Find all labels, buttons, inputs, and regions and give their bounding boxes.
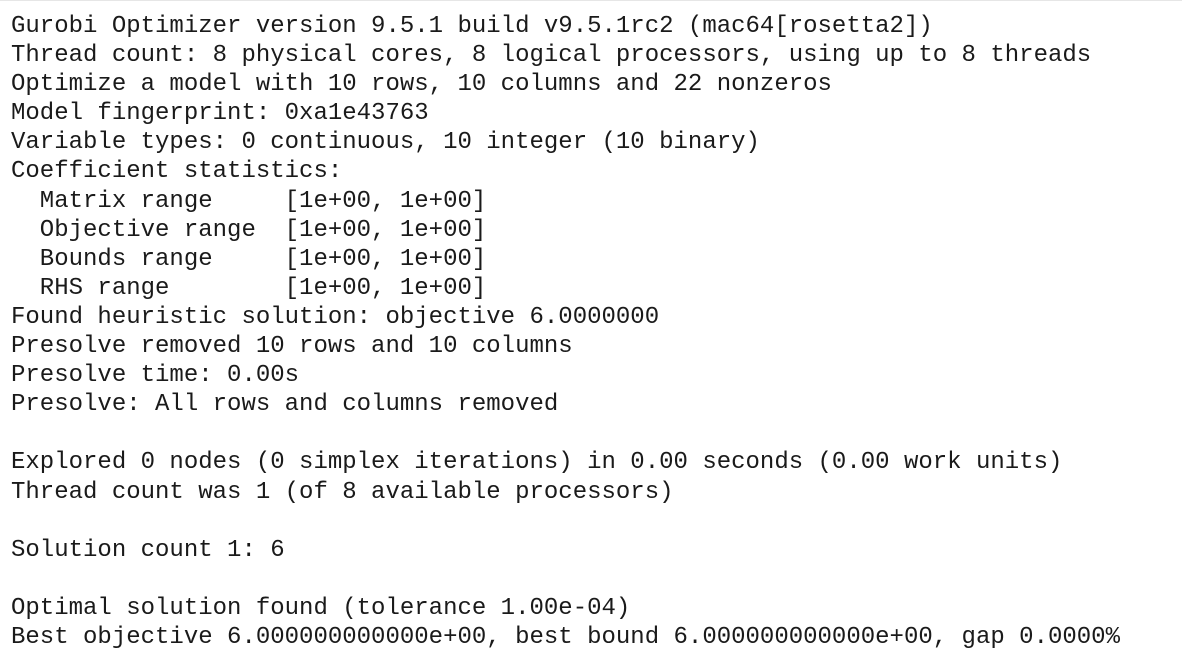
output-line-blank (11, 419, 1179, 448)
output-line-variable-types: Variable types: 0 continuous, 10 integer… (11, 129, 760, 157)
solver-output: Gurobi Optimizer version 9.5.1 build v9.… (11, 12, 1179, 652)
output-line-presolve-result: Presolve: All rows and columns removed (11, 391, 559, 419)
output-line-coefficient-header: Coefficient statistics: (11, 158, 343, 186)
output-line-objective-range: Objective range [1e+00, 1e+00] (11, 216, 487, 244)
output-line-model-size: Optimize a model with 10 rows, 10 column… (11, 71, 832, 99)
output-line-optimal-found: Optimal solution found (tolerance 1.00e-… (11, 594, 631, 622)
output-line-blank (11, 565, 1179, 594)
output-line-thread-count-used: Thread count was 1 (of 8 available proce… (11, 478, 674, 506)
output-line-version: Gurobi Optimizer version 9.5.1 build v9.… (11, 13, 933, 40)
output-line-matrix-range: Matrix range [1e+00, 1e+00] (11, 187, 487, 215)
output-line-solution-count: Solution count 1: 6 (11, 536, 285, 564)
output-top-border (0, 0, 1182, 1)
output-line-explored: Explored 0 nodes (0 simplex iterations) … (11, 449, 1063, 477)
output-line-presolve-time: Presolve time: 0.00s (11, 362, 300, 390)
output-line-rhs-range: RHS range [1e+00, 1e+00] (11, 274, 487, 302)
output-line-blank (11, 507, 1179, 536)
output-line-presolve-removed: Presolve removed 10 rows and 10 columns (11, 333, 573, 361)
output-line-best-objective: Best objective 6.000000000000e+00, best … (11, 623, 1120, 651)
output-line-fingerprint: Model fingerprint: 0xa1e43763 (11, 100, 429, 128)
output-line-bounds-range: Bounds range [1e+00, 1e+00] (11, 245, 487, 273)
output-line-thread-count: Thread count: 8 physical cores, 8 logica… (11, 42, 1092, 70)
output-line-heuristic-solution: Found heuristic solution: objective 6.00… (11, 303, 660, 331)
